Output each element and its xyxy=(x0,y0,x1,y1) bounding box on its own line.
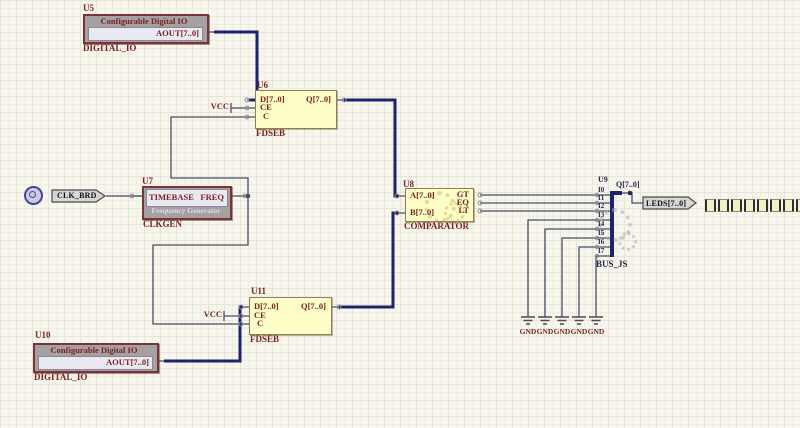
u9-pin-q: Q[7..0] xyxy=(616,181,640,189)
junction-clock xyxy=(246,194,251,199)
u6-pin-q: Q[7..0] xyxy=(283,95,331,104)
u9-pin-i1: I1 xyxy=(598,195,610,202)
u9-pin-i0: I0 xyxy=(598,187,610,194)
u9-pin-i7: I7 xyxy=(598,248,610,255)
led-symbol[interactable] xyxy=(783,199,794,212)
wire-i4-to-gnd[interactable] xyxy=(545,229,597,317)
u5-label: DIGITAL_IO xyxy=(83,44,136,53)
u6-label: FDSEB xyxy=(256,129,285,138)
u6-vcc-power-port[interactable]: VCC xyxy=(206,102,229,111)
u11-label: FDSEB xyxy=(250,335,279,344)
u5-designator: U5 xyxy=(83,4,94,13)
gnd-symbols[interactable] xyxy=(521,317,603,324)
u9-label: BUS_JS xyxy=(596,260,628,269)
u9-designator: U9 xyxy=(598,176,608,184)
port-leds-label: LEDS[7..0] xyxy=(646,200,686,208)
junction-leds xyxy=(628,191,633,196)
led-symbol[interactable] xyxy=(770,199,781,212)
schematic-canvas[interactable]: U5 Configurable Digital IO AOUT[7..0] DI… xyxy=(0,0,800,428)
u8-pin-b: B[7..0] xyxy=(410,208,434,217)
port-clk-brd-label: CLK_BRD xyxy=(57,192,97,200)
u8-pin-a: A[7..0] xyxy=(410,191,435,200)
u10-designator: U10 xyxy=(35,331,51,340)
u8-label: COMPARATOR xyxy=(404,222,469,231)
led-array xyxy=(705,199,800,212)
u11-pin-q: Q[7..0] xyxy=(278,302,326,311)
u11-designator: U11 xyxy=(251,287,266,296)
bus-u6-q-to-u8-a[interactable] xyxy=(344,100,399,196)
u8-pin-lt: LT xyxy=(440,206,469,215)
bus-u9-joiner[interactable] xyxy=(612,193,622,257)
bus-u11-q-to-u8-b[interactable] xyxy=(339,213,399,307)
led-symbol[interactable] xyxy=(705,199,716,212)
u6-designator: U6 xyxy=(257,81,268,90)
led-symbol[interactable] xyxy=(731,199,742,212)
u5-title: Configurable Digital IO xyxy=(85,17,203,26)
u9-pin-i5: I5 xyxy=(598,230,610,237)
u10-title: Configurable Digital IO xyxy=(35,346,153,355)
u9-pin-i2: I2 xyxy=(598,203,610,210)
u9-pin-i3: I3 xyxy=(598,212,610,219)
u5-pin-aout: AOUT[7..0] xyxy=(100,29,199,38)
blue-circle-marker[interactable] xyxy=(24,186,43,205)
u11-pin-c: C xyxy=(257,319,263,328)
u11-vcc-power-port[interactable]: VCC xyxy=(199,310,222,319)
u10-label: DIGITAL_IO xyxy=(34,373,87,382)
gnd-label: GND xyxy=(586,328,606,336)
u7-subtitle: Frequency Generator xyxy=(146,207,226,215)
u7-label: CLKGEN xyxy=(143,220,182,229)
u7-pin-freq: FREQ xyxy=(184,193,224,202)
led-symbol[interactable] xyxy=(718,199,729,212)
wire-i6-to-gnd[interactable] xyxy=(579,247,597,317)
u7-designator: U7 xyxy=(142,177,153,186)
u6-pin-c: C xyxy=(263,112,269,121)
u9-pin-i4: I4 xyxy=(598,221,610,228)
wire-clock-to-u6-c[interactable] xyxy=(171,117,248,196)
led-symbol[interactable] xyxy=(744,199,755,212)
led-symbol[interactable] xyxy=(757,199,768,212)
led-symbol[interactable] xyxy=(796,199,800,212)
u9-pin-i6: I6 xyxy=(598,239,610,246)
wire-q-to-leds-port[interactable] xyxy=(622,193,643,203)
u10-pin-aout: AOUT[7..0] xyxy=(50,358,149,367)
bus-u5-to-u6-d[interactable] xyxy=(214,32,257,100)
